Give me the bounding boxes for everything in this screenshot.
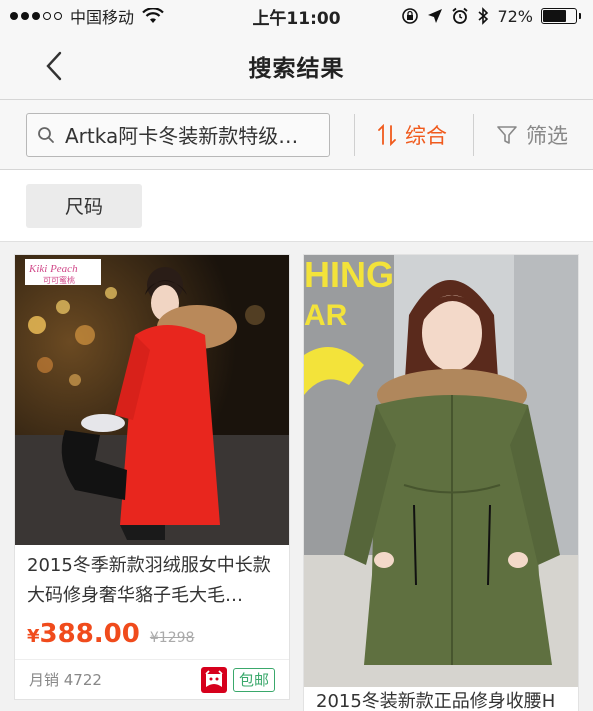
product-image[interactable]: HING AR (304, 255, 579, 687)
status-right: 72% (401, 7, 581, 26)
bluetooth-icon (478, 7, 489, 25)
page-title: 搜索结果 (248, 55, 345, 82)
search-toolbar: Artka阿卡冬装新款特级… 综合 筛选 (0, 100, 593, 170)
battery-icon (541, 8, 581, 24)
chevron-left-icon (46, 51, 62, 81)
product-title[interactable]: 2015冬装新款正品修身收腰H (304, 687, 578, 711)
status-bar: 中国移动 上午11:00 72% (0, 0, 593, 32)
toolbar-divider (473, 113, 474, 156)
product-grid: Kiki Peach 可可蜜桃 2015冬季新款羽绒服女中长款大码修身奢华貉子毛… (0, 242, 593, 711)
carrier-label: 中国移动 (70, 8, 135, 27)
brand-logo-subtext: 可可蜜桃 (43, 275, 75, 285)
status-left: 中国移动 (10, 4, 164, 28)
navigation-bar: 搜索结果 (0, 32, 593, 100)
search-icon (38, 126, 54, 143)
product-title[interactable]: 2015冬季新款羽绒服女中长款大码修身奢华貉子毛大毛… (15, 545, 289, 617)
search-results-screen: 中国移动 上午11:00 72% 搜索结果 Artka阿卡冬装新款特级… 综合 … (0, 0, 593, 711)
price-row: ¥388.00 ¥1298 (15, 617, 289, 649)
clock: 上午11:00 (252, 8, 341, 29)
background-sign-text: HING (304, 255, 394, 295)
brand-logo-text: Kiki Peach (28, 263, 78, 275)
tmall-icon (200, 666, 227, 693)
filter-funnel-icon (497, 125, 517, 144)
product-card[interactable]: Kiki Peach 可可蜜桃 2015冬季新款羽绒服女中长款大码修身奢华貉子毛… (14, 254, 290, 700)
alarm-icon (452, 7, 469, 24)
sort-arrows-icon (378, 123, 396, 146)
filter-chip-row: 尺码 (0, 170, 593, 242)
battery-percent: 72% (497, 6, 533, 26)
search-query-text: Artka阿卡冬装新款特级… (65, 124, 299, 148)
sort-button[interactable]: 综合 (377, 120, 473, 150)
monthly-sales: 月销 4722 (29, 671, 102, 689)
product-image[interactable]: Kiki Peach 可可蜜桃 (15, 255, 290, 545)
original-price: ¥1298 (149, 630, 195, 646)
free-shipping-badge: 包邮 (232, 667, 275, 692)
location-icon (428, 9, 443, 23)
background-sign-text: AR (304, 299, 348, 332)
wifi-icon (142, 8, 164, 23)
size-filter-chip[interactable]: 尺码 (26, 183, 142, 228)
product-price: ¥388.00 (27, 619, 140, 649)
badges: 包邮 (200, 666, 275, 693)
toolbar-divider (354, 113, 355, 156)
sort-label: 综合 (405, 123, 447, 148)
filter-button[interactable]: 筛选 (496, 120, 568, 150)
product-card[interactable]: HING AR 2015冬装新款正品修身收腰H (303, 254, 579, 711)
search-input[interactable]: Artka阿卡冬装新款特级… (26, 112, 330, 157)
back-button[interactable] (38, 50, 70, 82)
signal-strength-icon (10, 12, 62, 20)
card-footer: 月销 4722 包邮 (15, 659, 289, 699)
rotation-lock-icon (402, 8, 419, 24)
filter-label: 筛选 (526, 123, 568, 148)
